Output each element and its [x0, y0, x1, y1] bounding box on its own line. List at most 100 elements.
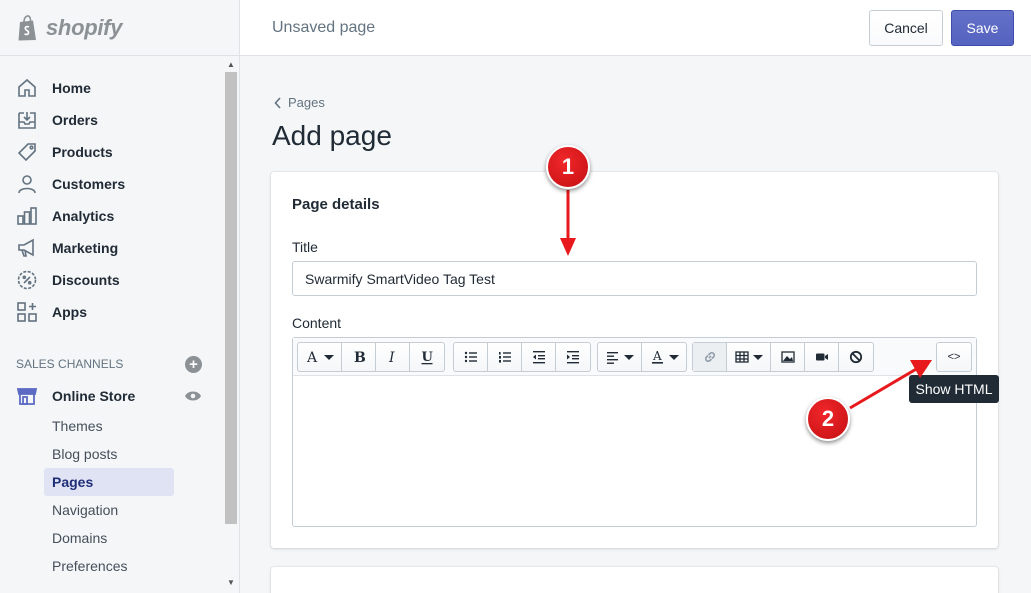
scroll-up-arrow-icon[interactable]: ▲ [226, 60, 236, 70]
brand-name: shopify [46, 14, 123, 40]
nav-apps[interactable]: Apps [0, 296, 222, 328]
text-color-icon: A [651, 349, 663, 364]
insert-image-button[interactable] [771, 343, 805, 371]
nav-customers[interactable]: Customers [0, 168, 222, 200]
nav-home[interactable]: Home [0, 72, 222, 104]
outdent-button[interactable] [522, 343, 556, 371]
page-details-card: Page details Title Swarmify SmartVideo T… [271, 172, 998, 548]
title-input[interactable]: Swarmify SmartVideo Tag Test [292, 261, 977, 296]
italic-button[interactable]: I [376, 343, 410, 371]
bold-button[interactable]: B [342, 343, 376, 371]
breadcrumb-label: Pages [288, 95, 325, 110]
sidebar-scrollbar-thumb[interactable] [225, 72, 237, 524]
indent-icon [567, 351, 579, 364]
link-icon [704, 352, 715, 362]
tag-icon [17, 143, 36, 162]
subnav-blog-posts[interactable]: Blog posts [44, 440, 174, 468]
megaphone-icon [18, 238, 34, 257]
home-icon [18, 78, 36, 97]
store-label: Online Store [52, 388, 136, 404]
nav-discounts[interactable]: Discounts [0, 264, 222, 296]
font-format-group: A B I U [297, 342, 445, 372]
table-button[interactable] [727, 343, 771, 371]
show-html-button[interactable]: <> [937, 343, 971, 371]
page-title: Add page [272, 120, 392, 151]
eye-icon[interactable] [184, 390, 202, 402]
align-button[interactable] [598, 343, 642, 371]
annotation-badge-2: 2 [806, 397, 850, 441]
html-group: <> [936, 342, 972, 372]
font-a-icon: A [306, 350, 318, 365]
bold-icon: B [354, 350, 366, 365]
sidebar: shopify Home Orders Products Customers A… [0, 0, 240, 593]
section-label: SALES CHANNELS [16, 357, 124, 371]
align-color-group: A [597, 342, 687, 372]
link-button[interactable] [693, 343, 727, 371]
underline-icon: U [421, 350, 434, 365]
nav-products[interactable]: Products [0, 136, 222, 168]
nav-analytics[interactable]: Analytics [0, 200, 222, 232]
underline-button[interactable]: U [410, 343, 444, 371]
outdent-icon [532, 351, 545, 364]
video-camera-icon [815, 353, 828, 361]
main-nav: Home Orders Products Customers Analytics… [0, 72, 222, 328]
add-channel-icon[interactable]: + [185, 355, 202, 373]
show-html-tooltip: Show HTML [909, 375, 999, 403]
breadcrumb[interactable]: Pages [274, 95, 325, 110]
list-indent-group [453, 342, 591, 372]
bullet-list-icon [464, 351, 477, 363]
table-icon [735, 351, 749, 363]
save-button[interactable]: Save [951, 10, 1014, 46]
subnav-domains[interactable]: Domains [44, 524, 174, 552]
chevron-left-icon [274, 96, 281, 109]
nav-label: Orders [52, 112, 98, 128]
nav-label: Discounts [52, 272, 120, 288]
nav-label: Marketing [52, 240, 119, 256]
nav-label: Products [52, 144, 113, 160]
subnav-navigation[interactable]: Navigation [44, 496, 174, 524]
shopify-logo[interactable]: shopify [0, 0, 239, 56]
nav-marketing[interactable]: Marketing [0, 232, 222, 264]
subnav-themes[interactable]: Themes [44, 412, 174, 440]
nav-orders[interactable]: Orders [0, 104, 222, 136]
indent-button[interactable] [556, 343, 590, 371]
store-icon [16, 388, 38, 405]
svg-text:B: B [354, 350, 366, 365]
nav-label: Customers [52, 176, 126, 192]
content-editor[interactable]: A B I U A <> [292, 337, 977, 527]
subnav-pages[interactable]: Pages [44, 468, 174, 496]
svg-text:U: U [422, 350, 434, 365]
subnav-preferences[interactable]: Preferences [44, 552, 174, 580]
sales-channels-heading: SALES CHANNELS + [16, 352, 202, 376]
svg-text:A: A [652, 349, 662, 363]
text-color-button[interactable]: A [642, 343, 686, 371]
page-status-title: Unsaved page [272, 19, 376, 36]
numbered-list-icon [498, 352, 511, 363]
cancel-button[interactable]: Cancel [869, 10, 943, 46]
numbered-list-button[interactable] [488, 343, 522, 371]
title-label: Title [292, 239, 318, 255]
bullet-list-button[interactable] [454, 343, 488, 371]
shopify-bag-icon [18, 14, 36, 40]
nav-label: Analytics [52, 208, 115, 224]
discount-icon [17, 270, 37, 290]
apps-icon [17, 302, 37, 322]
insert-video-button[interactable] [805, 343, 839, 371]
secondary-card [271, 567, 998, 593]
editor-toolbar: A B I U A <> [293, 338, 976, 376]
orders-icon [18, 112, 36, 129]
font-style-button[interactable]: A [298, 343, 342, 371]
annotation-badge-1: 1 [546, 145, 590, 189]
nav-label: Apps [52, 304, 87, 320]
main-content: Pages Add page Page details Title Swarmi… [240, 56, 1031, 593]
italic-icon: I [388, 350, 395, 365]
scroll-down-arrow-icon[interactable]: ▼ [226, 578, 236, 588]
image-icon [780, 351, 795, 363]
svg-text:I: I [388, 350, 395, 365]
clear-format-button[interactable] [839, 343, 873, 371]
insert-group [692, 342, 874, 372]
online-store-subnav: Themes Blog posts Pages Navigation Domai… [44, 412, 174, 580]
card-title: Page details [292, 196, 380, 213]
nav-online-store[interactable]: Online Store [16, 380, 202, 412]
prohibited-icon [849, 350, 863, 364]
